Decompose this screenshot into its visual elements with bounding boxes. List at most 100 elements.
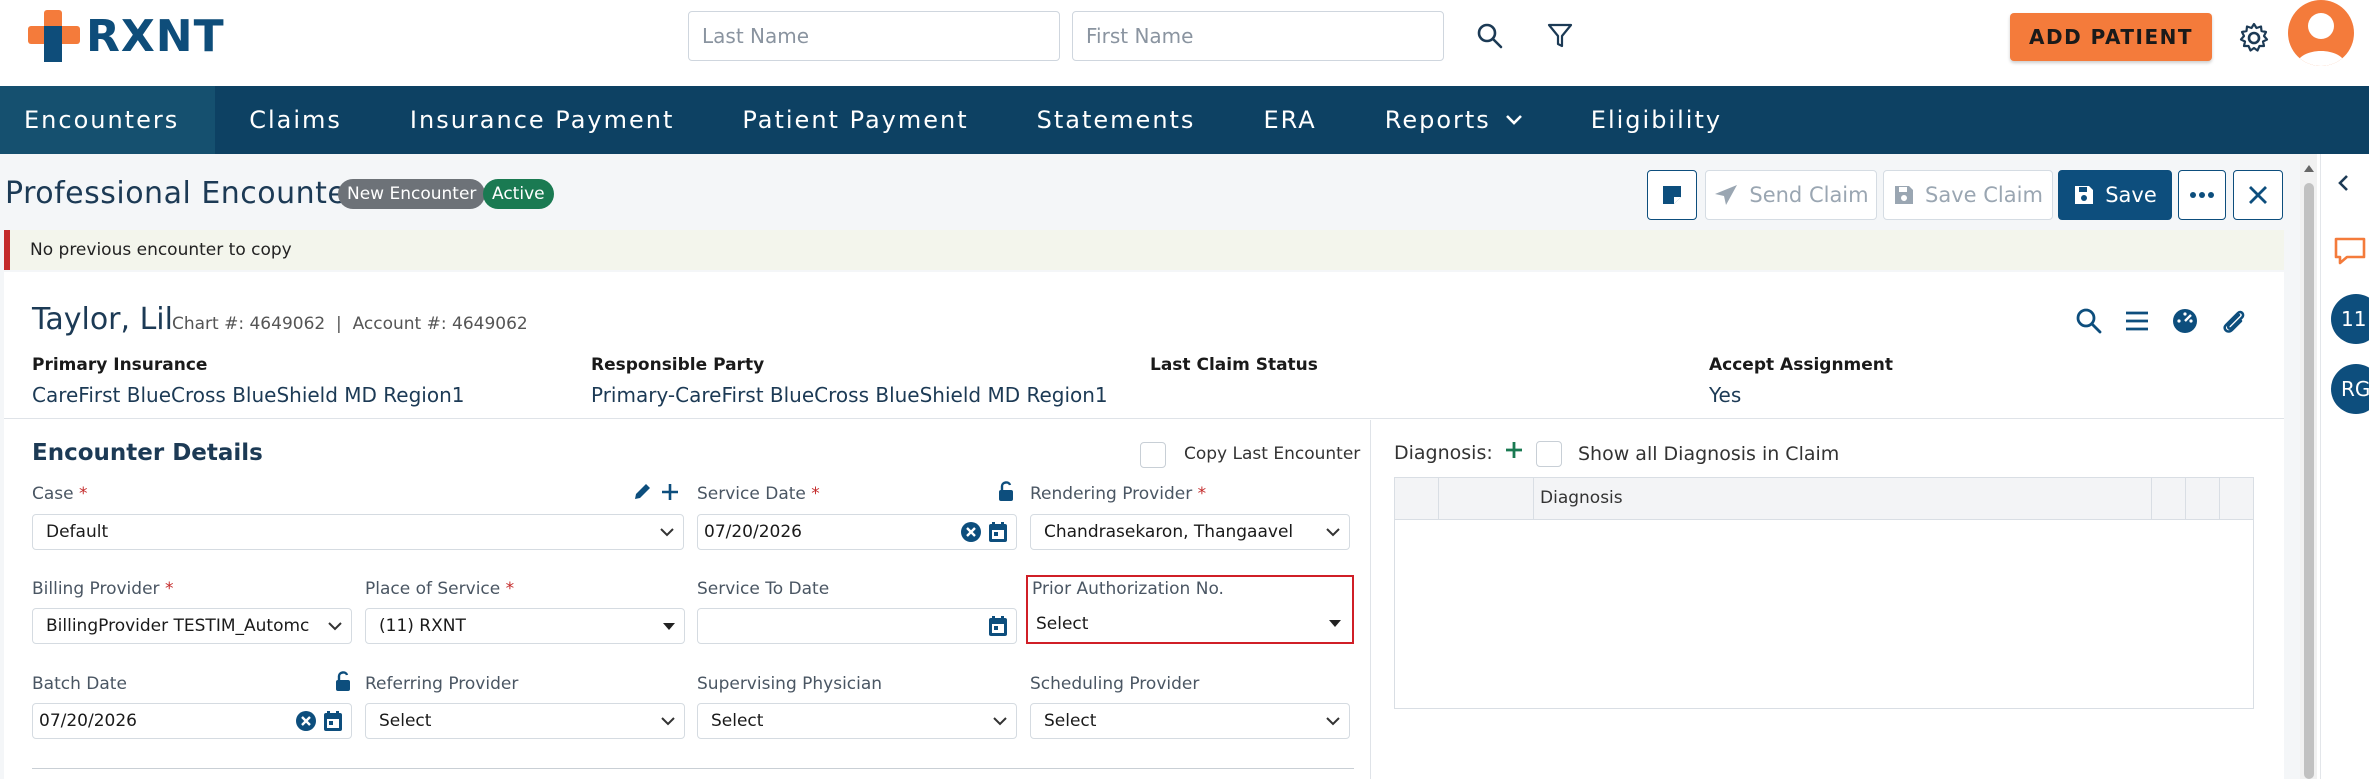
calendar-icon[interactable]: [988, 609, 1008, 643]
vertical-divider: [1370, 420, 1371, 779]
rail-badge-2[interactable]: RG: [2331, 364, 2369, 414]
add-diagnosis-icon[interactable]: [1504, 440, 1524, 464]
unlock-icon[interactable]: [997, 480, 1015, 506]
encounter-card: Taylor, Lil Chart #: 4649062 | Account #…: [4, 272, 2284, 779]
nav-patient-payment[interactable]: Patient Payment: [708, 86, 1002, 154]
add-patient-button[interactable]: ADD PATIENT: [2010, 13, 2212, 61]
primary-insurance-value: CareFirst BlueCross BlueShield MD Region…: [32, 383, 465, 407]
show-all-diagnosis-label: Show all Diagnosis in Claim: [1578, 443, 1840, 465]
supervising-physician-value: Select: [711, 711, 764, 731]
more-options-button[interactable]: [2178, 170, 2226, 220]
nav-claims[interactable]: Claims: [215, 86, 376, 154]
user-avatar[interactable]: [2288, 0, 2354, 66]
billing-provider-label: Billing Provider *: [32, 579, 173, 599]
encounter-details-title: Encounter Details: [32, 440, 263, 466]
divider: [32, 768, 1354, 769]
paperclip-icon[interactable]: [2218, 306, 2248, 336]
service-to-date-input[interactable]: [697, 608, 1017, 644]
scheduling-provider-value: Select: [1044, 711, 1097, 731]
close-button[interactable]: [2233, 170, 2283, 220]
place-of-service-select[interactable]: (11) RXNT: [365, 608, 685, 644]
close-icon: [2249, 186, 2267, 204]
calendar-icon[interactable]: [323, 710, 343, 732]
patient-meta: Chart #: 4649062 | Account #: 4649062: [172, 314, 528, 334]
clear-icon[interactable]: [295, 710, 317, 732]
copy-last-encounter-label: Copy Last Encounter: [1184, 444, 1361, 464]
service-date-label-text: Service Date: [697, 484, 806, 504]
search-icon[interactable]: [2074, 306, 2104, 336]
prior-auth-select[interactable]: Select: [1030, 606, 1350, 642]
pencil-icon[interactable]: [632, 482, 652, 506]
batch-date-input[interactable]: 07/20/2026: [32, 703, 352, 739]
unlock-icon[interactable]: [334, 670, 352, 696]
save-claim-button[interactable]: Save Claim: [1883, 170, 2053, 220]
required-mark: *: [811, 484, 820, 504]
clear-icon[interactable]: [960, 521, 982, 543]
patient-name[interactable]: Taylor, Lil: [32, 302, 173, 337]
sticky-note-button[interactable]: [1647, 170, 1697, 220]
caret-down-icon: [662, 609, 676, 643]
chevron-down-icon: [1325, 704, 1341, 738]
page-title: Professional Encounter: [5, 176, 360, 211]
sticky-note-icon: [1663, 186, 1681, 204]
add-case-icon[interactable]: [660, 482, 680, 506]
nav-label: Reports: [1384, 106, 1491, 134]
logo-cross-icon: [26, 8, 82, 64]
nav-label: Insurance Payment: [409, 106, 675, 134]
nav-reports[interactable]: Reports: [1351, 86, 1557, 154]
scheduling-provider-select[interactable]: Select: [1030, 703, 1350, 739]
list-icon[interactable]: [2122, 306, 2152, 336]
date-field-icons: [960, 515, 1008, 549]
floppy-icon: [1895, 186, 1914, 204]
save-button[interactable]: Save: [2058, 170, 2172, 220]
rendering-provider-value: Chandrasekaron, Thangaavel: [1044, 522, 1294, 542]
first-name-input[interactable]: [1072, 11, 1444, 61]
supervising-physician-select[interactable]: Select: [697, 703, 1017, 739]
diagnosis-label: Diagnosis:: [1394, 442, 1493, 464]
account-number: Account #: 4649062: [352, 314, 528, 334]
accept-assignment-value: Yes: [1709, 383, 1742, 407]
primary-insurance-label: Primary Insurance: [32, 355, 208, 375]
required-mark: *: [164, 579, 174, 599]
nav-label: Encounters: [24, 106, 180, 134]
nav-label: Claims: [249, 106, 342, 134]
rail-badge-1[interactable]: 11: [2331, 294, 2369, 344]
case-select[interactable]: Default: [32, 514, 684, 550]
service-date-input[interactable]: 07/20/2026: [697, 514, 1017, 550]
rendering-provider-select[interactable]: Chandrasekaron, Thangaavel: [1030, 514, 1350, 550]
copy-last-encounter-checkbox[interactable]: [1140, 442, 1166, 468]
nav-eligibility[interactable]: Eligibility: [1557, 86, 1756, 154]
scroll-up-arrow-icon[interactable]: [2303, 158, 2315, 177]
send-claim-button[interactable]: Send Claim: [1705, 170, 1877, 220]
rxnt-logo[interactable]: RXNT: [26, 8, 225, 64]
last-name-input[interactable]: [688, 11, 1060, 61]
referring-provider-select[interactable]: Select: [365, 703, 685, 739]
column-divider: [2151, 478, 2152, 520]
billing-provider-label-text: Billing Provider: [32, 579, 160, 599]
nav-era[interactable]: ERA: [1229, 86, 1350, 154]
supervising-physician-label: Supervising Physician: [697, 674, 883, 694]
place-of-service-value: (11) RXNT: [379, 616, 466, 636]
nav-insurance-payment[interactable]: Insurance Payment: [376, 86, 708, 154]
diagnosis-column-header[interactable]: Diagnosis: [1540, 488, 1623, 508]
dashboard-icon[interactable]: [2170, 306, 2200, 336]
referring-provider-label: Referring Provider: [365, 674, 519, 694]
filter-icon[interactable]: [1542, 18, 1578, 54]
calendar-icon[interactable]: [988, 521, 1008, 543]
caret-down-icon: [1328, 606, 1342, 640]
chat-icon[interactable]: [2333, 236, 2367, 270]
rendering-provider-label: Rendering Provider *: [1030, 484, 1206, 504]
chevron-down-icon: [659, 515, 675, 549]
accept-assignment-label: Accept Assignment: [1709, 355, 1894, 375]
required-mark: *: [1197, 484, 1207, 504]
batch-date-value: 07/20/2026: [39, 711, 137, 731]
gear-icon[interactable]: [2234, 18, 2274, 58]
search-icon[interactable]: [1472, 18, 1508, 54]
billing-provider-select[interactable]: BillingProvider TESTIM_Automc: [32, 608, 352, 644]
chevron-left-icon[interactable]: [2337, 174, 2349, 196]
patient-actions: [2074, 306, 2248, 336]
show-all-diagnosis-checkbox[interactable]: [1536, 441, 1562, 467]
nav-encounters[interactable]: Encounters: [0, 86, 216, 154]
scrollbar-thumb[interactable]: [2304, 183, 2314, 779]
nav-statements[interactable]: Statements: [1003, 86, 1230, 154]
